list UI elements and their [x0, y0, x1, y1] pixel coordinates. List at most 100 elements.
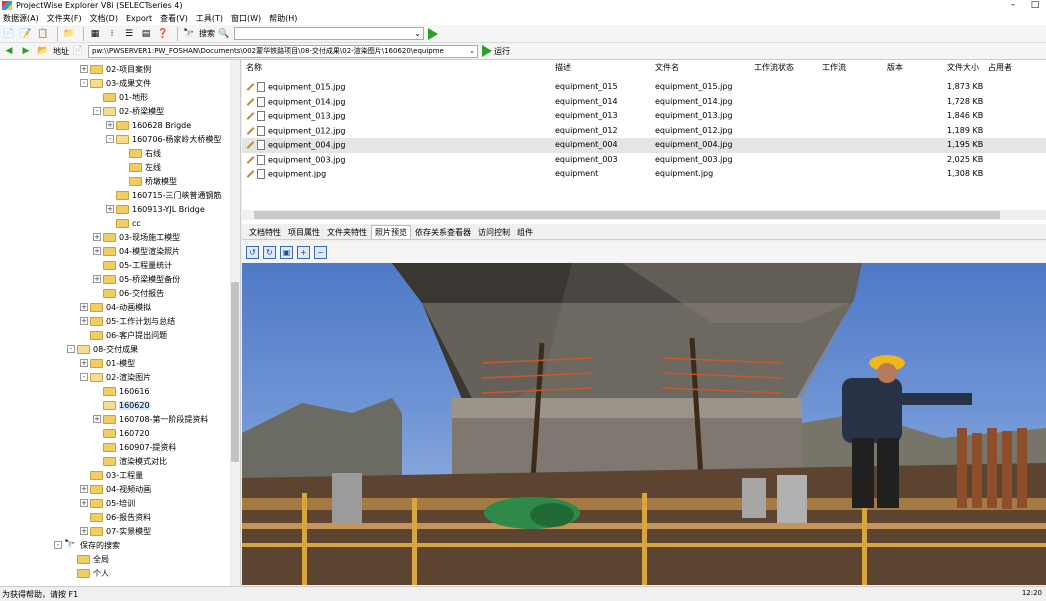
tab-6[interactable]: 组件: [514, 226, 536, 239]
expand-icon[interactable]: +: [93, 275, 101, 283]
rotate-right-icon[interactable]: ↻: [263, 245, 276, 259]
tree-item[interactable]: 06-客户提出问题: [80, 328, 167, 342]
menu-item[interactable]: Export: [126, 14, 152, 23]
tab-2[interactable]: 文件夹特性: [324, 226, 370, 239]
tree-item[interactable]: +03-现场施工模型: [93, 230, 180, 244]
binoculars-icon[interactable]: 🔭: [182, 27, 196, 41]
tab-3[interactable]: 照片预览: [371, 225, 411, 239]
tree-item[interactable]: 右线: [119, 146, 161, 160]
expand-icon[interactable]: +: [80, 499, 88, 507]
search-options-icon[interactable]: 🔍: [217, 27, 231, 41]
tree-item[interactable]: +04-动画模拟: [80, 300, 151, 314]
search-input[interactable]: ⌄: [234, 27, 424, 40]
forward-icon[interactable]: ▶: [19, 44, 33, 58]
col-name-header[interactable]: 名称: [246, 62, 262, 74]
tree-scrollbar[interactable]: [230, 60, 240, 586]
tab-1[interactable]: 项目属性: [285, 226, 323, 239]
menu-item[interactable]: 文档(D): [90, 13, 118, 24]
file-row[interactable]: equipment.jpg equipment equipment.jpg 1,308…: [242, 167, 1046, 182]
menu-item[interactable]: 文件夹(F): [47, 13, 82, 24]
tree-item[interactable]: - 02-渲染图片: [80, 370, 151, 384]
tab-0[interactable]: 文档特性: [246, 226, 284, 239]
tree-item[interactable]: 个人: [67, 566, 109, 580]
tree-scroll-thumb[interactable]: [231, 282, 239, 462]
expand-icon[interactable]: +: [80, 485, 88, 493]
expand-icon[interactable]: +: [80, 527, 88, 535]
tree-item[interactable]: 全局: [67, 552, 109, 566]
expand-icon[interactable]: +: [106, 121, 114, 129]
collapse-icon[interactable]: -: [80, 79, 88, 87]
menu-item[interactable]: 窗口(W): [231, 13, 261, 24]
view-small-icons-icon[interactable]: ⁝: [105, 27, 119, 41]
go-search-icon[interactable]: [428, 27, 438, 40]
properties-icon[interactable]: 📋: [36, 27, 50, 41]
expand-icon[interactable]: +: [93, 415, 101, 423]
tree-item[interactable]: 160907-提资料: [93, 440, 176, 454]
tree-item[interactable]: - 08-交付成果: [67, 342, 138, 356]
collapse-icon[interactable]: -: [93, 107, 101, 115]
fit-image-icon[interactable]: ▣: [280, 245, 293, 259]
chevron-down-icon[interactable]: ⌄: [469, 47, 475, 55]
col-filename-header[interactable]: 文件名: [655, 62, 679, 74]
tab-5[interactable]: 访问控制: [475, 226, 513, 239]
tree-item[interactable]: - 160706-杨家岭大桥模型: [106, 132, 221, 146]
collapse-icon[interactable]: -: [106, 135, 114, 143]
collapse-icon[interactable]: -: [54, 541, 62, 549]
tree-item[interactable]: 160720: [93, 426, 150, 440]
file-row[interactable]: equipment_003.jpg equipment_003 equipment_…: [242, 153, 1046, 168]
tree-item[interactable]: 05-工程量统计: [93, 258, 172, 272]
menu-item[interactable]: 查看(V): [160, 13, 188, 24]
address-input[interactable]: pw:\\PWSERVER1:PW_FOSHAN\Documents\002蒙华…: [88, 44, 478, 58]
expand-icon[interactable]: +: [80, 65, 88, 73]
back-icon[interactable]: ◀: [2, 44, 16, 58]
tree-item[interactable]: +160913-YJL Bridge: [106, 202, 205, 216]
check-out-icon[interactable]: 📝: [19, 27, 33, 41]
col-description-header[interactable]: 描述: [555, 62, 571, 74]
tree-item[interactable]: 01-地形: [93, 90, 148, 104]
tree-item[interactable]: +05-工作计划与总结: [80, 314, 175, 328]
file-list-scroll-thumb[interactable]: [254, 211, 1000, 219]
tree-item[interactable]: - 02-桥梁模型: [93, 104, 164, 118]
tree-item[interactable]: - 03-成果文件: [80, 76, 151, 90]
tree-item[interactable]: +02-项目案例: [80, 62, 151, 76]
tree-item[interactable]: 桥墩模型: [119, 174, 177, 188]
run-button[interactable]: 运行: [482, 45, 510, 57]
tree-item[interactable]: +04-模型渲染照片: [93, 244, 180, 258]
tree-item[interactable]: 160715-三门峡普通钢筋: [106, 188, 221, 202]
col-owner-header[interactable]: 占用者: [988, 62, 1012, 74]
tree-item[interactable]: +01-模型: [80, 356, 135, 370]
tree-item[interactable]: 160616: [93, 384, 150, 398]
col-version-header[interactable]: 版本: [887, 62, 903, 74]
expand-icon[interactable]: +: [106, 205, 114, 213]
zoom-out-icon[interactable]: −: [314, 245, 327, 259]
collapse-icon[interactable]: -: [80, 373, 88, 381]
expand-icon[interactable]: +: [93, 247, 101, 255]
expand-icon[interactable]: +: [80, 359, 88, 367]
file-row[interactable]: equipment_015.jpg equipment_015 equipment_…: [242, 80, 1046, 95]
tree-item[interactable]: +05-培训: [80, 496, 135, 510]
folder-icon[interactable]: 📁: [62, 27, 76, 41]
col-file-size-header[interactable]: 文件大小: [947, 62, 979, 74]
menu-item[interactable]: 帮助(H): [269, 13, 297, 24]
tree-item[interactable]: 左线: [119, 160, 161, 174]
tree-item[interactable]: 渲染模式对比: [93, 454, 167, 468]
tree-item[interactable]: 160620: [93, 398, 150, 412]
view-list-icon[interactable]: ☰: [122, 27, 136, 41]
col-workflow-header[interactable]: 工作流: [822, 62, 846, 74]
tree-item[interactable]: - 🔭 保存的搜索: [54, 538, 120, 552]
tab-4[interactable]: 依存关系查看器: [412, 226, 474, 239]
zoom-in-icon[interactable]: +: [297, 245, 310, 259]
tree-item[interactable]: 06-交付报告: [93, 286, 164, 300]
file-list-scrollbar[interactable]: [242, 210, 1046, 220]
view-large-icons-icon[interactable]: ▦: [88, 27, 102, 41]
file-row[interactable]: equipment_012.jpg equipment_012 equipment_…: [242, 124, 1046, 139]
tree-item[interactable]: +04-视频动画: [80, 482, 151, 496]
chevron-down-icon[interactable]: ⌄: [414, 29, 421, 38]
file-row[interactable]: equipment_013.jpg equipment_013 equipment_…: [242, 109, 1046, 124]
tree-item[interactable]: 06-报告资料: [80, 510, 151, 524]
tree-item[interactable]: +07-实景模型: [80, 524, 151, 538]
expand-icon[interactable]: +: [80, 303, 88, 311]
expand-icon[interactable]: +: [80, 317, 88, 325]
menu-item[interactable]: 工具(T): [196, 13, 223, 24]
col-workflow-state-header[interactable]: 工作流状态: [754, 62, 794, 74]
